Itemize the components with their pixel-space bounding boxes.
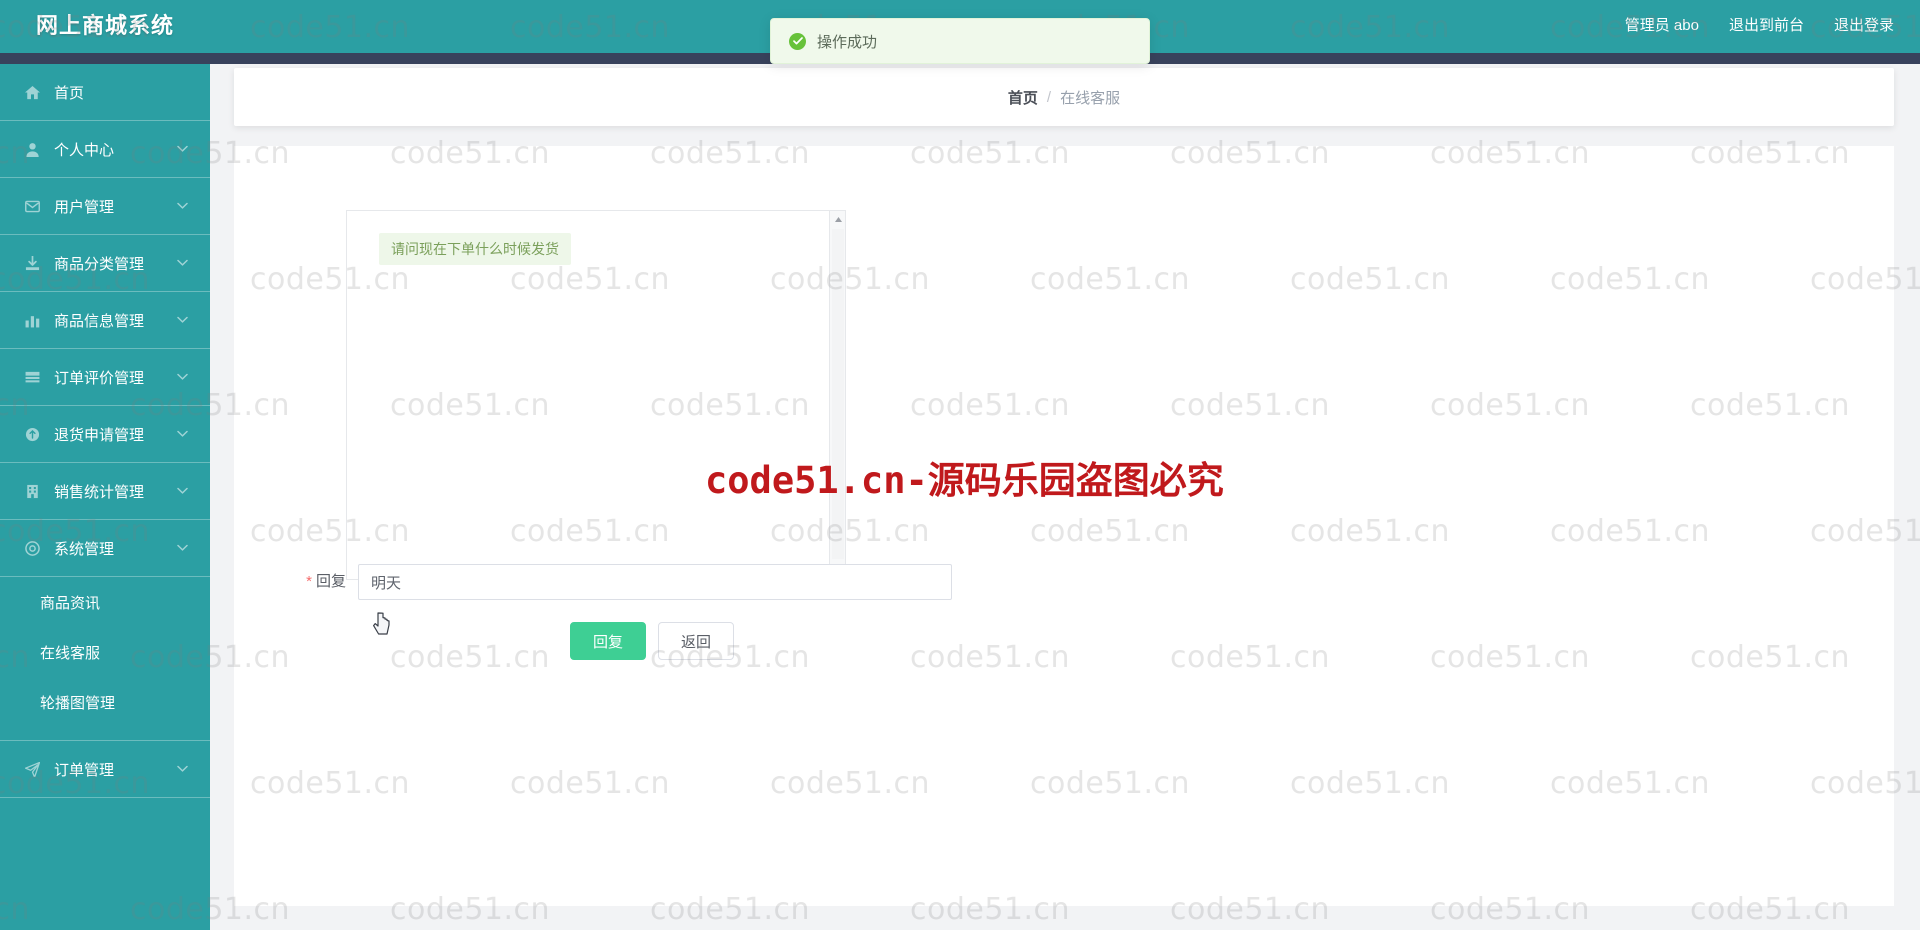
refund-icon <box>24 426 41 443</box>
sidebar-item-label: 订单评价管理 <box>54 369 145 387</box>
send-icon <box>24 761 41 778</box>
sidebar-divider <box>0 727 210 741</box>
sidebar-subitem-轮播图管理[interactable]: 轮播图管理 <box>0 677 210 727</box>
chevron-down-icon[interactable] <box>177 316 188 324</box>
gear-icon <box>24 540 41 557</box>
success-toast: 操作成功 <box>770 18 1150 64</box>
list-icon <box>24 369 41 386</box>
building-icon <box>24 483 41 500</box>
main-content: 首页 / 在线客服 请问现在下单什么时候发货 * 回复 明天 回复 返回 <box>210 64 1920 930</box>
sidebar-item-label: 个人中心 <box>54 141 115 159</box>
header-links: 管理员 abo 退出到前台 退出登录 <box>1625 14 1894 35</box>
chevron-down-icon[interactable] <box>177 259 188 267</box>
chat-bubble-incoming: 请问现在下单什么时候发货 <box>379 233 571 265</box>
app-logo: 网上商城系统 <box>36 13 175 38</box>
success-toast-text: 操作成功 <box>817 33 878 51</box>
required-marker: * <box>306 573 312 590</box>
sidebar-item-个人中心[interactable]: 个人中心 <box>0 121 210 178</box>
sidebar-subitem-在线客服[interactable]: 在线客服 <box>0 627 210 677</box>
sidebar-item-label: 首页 <box>54 84 85 102</box>
chat-scrollbar-thumb[interactable] <box>832 229 844 559</box>
reply-submit-button[interactable]: 回复 <box>570 622 647 660</box>
sidebar-subitem-label: 商品资讯 <box>40 594 101 612</box>
reply-label-text: 回复 <box>315 573 346 590</box>
sidebar-item-商品分类管理[interactable]: 商品分类管理 <box>0 235 210 292</box>
chevron-down-icon[interactable] <box>177 765 188 773</box>
chevron-down-icon[interactable] <box>177 430 188 438</box>
sidebar-subitem-商品资讯[interactable]: 商品资讯 <box>0 577 210 627</box>
user-icon <box>24 141 41 158</box>
chat-scrollbar[interactable] <box>829 211 845 579</box>
home-icon <box>24 84 41 101</box>
download-icon <box>24 255 41 272</box>
header-link-exit-to-front[interactable]: 退出到前台 <box>1729 14 1804 35</box>
sidebar-item-label: 退货申请管理 <box>54 426 145 444</box>
breadcrumb-current: 在线客服 <box>1060 89 1121 107</box>
breadcrumb-card: 首页 / 在线客服 <box>234 68 1894 126</box>
header-link-admin-user[interactable]: 管理员 abo <box>1625 14 1699 35</box>
chevron-down-icon[interactable] <box>177 487 188 495</box>
chevron-down-icon[interactable] <box>177 145 188 153</box>
breadcrumb-separator: / <box>1046 88 1052 106</box>
caret-up-icon[interactable] <box>830 211 845 227</box>
page-root: 首页 / 在线客服 请问现在下单什么时候发货 * 回复 明天 回复 返回 首页 … <box>0 0 1920 930</box>
sidebar: 首页个人中心用户管理商品分类管理 商品信息管理 订单评价管理 退货申请管理 销售统计管理… <box>0 64 210 930</box>
envelope-icon <box>24 198 41 215</box>
reply-input[interactable] <box>358 564 952 600</box>
breadcrumb: 首页 / 在线客服 <box>1008 87 1120 108</box>
sidebar-item-label: 系统管理 <box>54 540 115 558</box>
sidebar-item-label: 商品分类管理 <box>54 255 145 273</box>
sidebar-subitem-label: 轮播图管理 <box>40 694 116 712</box>
sidebar-item-首页[interactable]: 首页 <box>0 64 210 121</box>
sidebar-item-label: 订单管理 <box>54 761 115 779</box>
sidebar-item-label: 用户管理 <box>54 198 115 216</box>
sidebar-item-商品信息管理[interactable]: 商品信息管理 <box>0 292 210 349</box>
sidebar-item-用户管理[interactable]: 用户管理 <box>0 178 210 235</box>
back-button[interactable]: 返回 <box>658 622 735 660</box>
chat-message-box: 请问现在下单什么时候发货 <box>346 210 846 580</box>
chevron-down-icon[interactable] <box>177 373 188 381</box>
sidebar-subitem-label: 在线客服 <box>40 644 101 662</box>
sidebar-item-订单管理[interactable]: 订单管理 <box>0 741 210 798</box>
sidebar-item-label: 商品信息管理 <box>54 312 145 330</box>
chart-icon <box>24 312 41 329</box>
breadcrumb-home[interactable]: 首页 <box>1008 87 1038 108</box>
sidebar-item-label: 销售统计管理 <box>54 483 145 501</box>
chevron-down-icon[interactable] <box>177 544 188 552</box>
chevron-down-icon[interactable] <box>177 202 188 210</box>
check-circle-icon <box>789 32 806 50</box>
reply-field-label: * 回复 <box>298 564 358 600</box>
online-service-panel: 请问现在下单什么时候发货 *回复 回 <box>234 146 1894 906</box>
sidebar-item-退货申请管理[interactable]: 退货申请管理 <box>0 406 210 463</box>
sidebar-item-系统管理[interactable]: 系统管理 <box>0 520 210 577</box>
form-actions: 回复 返回 <box>570 622 735 660</box>
reply-form-row: * 回复 <box>298 564 952 600</box>
header-link-logout[interactable]: 退出登录 <box>1834 14 1894 35</box>
sidebar-item-订单评价管理[interactable]: 订单评价管理 <box>0 349 210 406</box>
sidebar-item-销售统计管理[interactable]: 销售统计管理 <box>0 463 210 520</box>
